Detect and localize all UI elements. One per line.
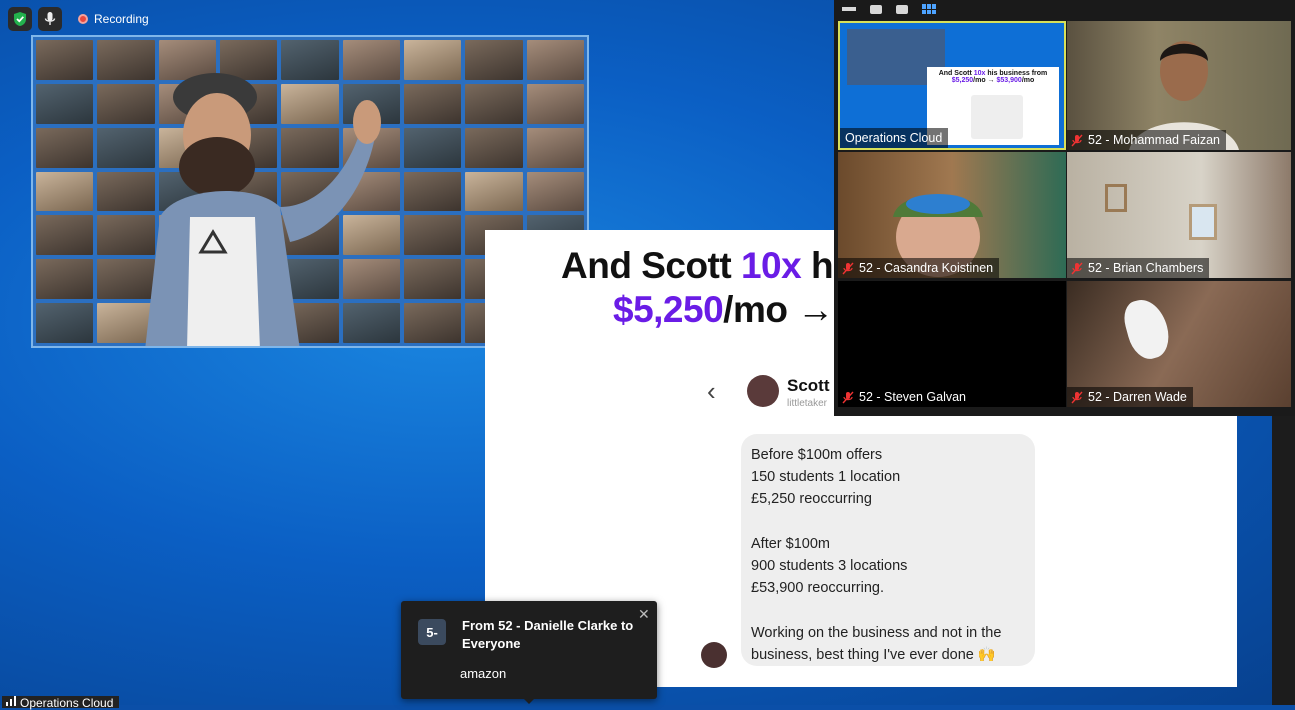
recording-indicator[interactable]: Recording [78, 12, 149, 26]
muted-mic-icon [842, 391, 854, 403]
participant-label: 52 - Casandra Koistinen [838, 258, 1000, 278]
participant-name: 52 - Casandra Koistinen [859, 261, 994, 275]
participant-label: 52 - Darren Wade [1067, 387, 1193, 407]
video-tile-mohammad-faizan[interactable]: 52 - Mohammad Faizan [1067, 21, 1291, 150]
muted-mic-icon [1071, 134, 1083, 146]
speaker-view-icon[interactable] [870, 4, 882, 14]
avatar [747, 375, 779, 407]
participant-name: 52 - Mohammad Faizan [1088, 133, 1221, 147]
minimize-icon[interactable] [842, 7, 856, 11]
status-bar: Recording [8, 7, 149, 31]
close-icon[interactable]: ✕ [638, 606, 650, 623]
mini-slide-text: /mo [1021, 77, 1035, 84]
participant-label: 52 - Steven Galvan [838, 387, 973, 407]
recording-label: Recording [94, 12, 149, 26]
microphone-icon[interactable] [38, 7, 62, 31]
presenter-figure [145, 73, 381, 346]
chat-contact-handle: littletaker [787, 398, 828, 409]
thumbnail-view-icon[interactable] [896, 4, 908, 14]
participant-name: 52 - Brian Chambers [1088, 261, 1204, 275]
mini-slide-text: $5,250 [951, 77, 974, 84]
mini-slide-text: 10x [973, 70, 986, 77]
participant-label: 52 - Brian Chambers [1067, 258, 1210, 278]
toast-pointer [523, 698, 535, 704]
chat-message: amazon [460, 666, 507, 681]
muted-mic-icon [1071, 391, 1083, 403]
participant-label: 52 - Mohammad Faizan [1067, 130, 1227, 150]
video-tile-steven-galvan[interactable]: 52 - Steven Galvan [838, 281, 1066, 407]
mini-slide-text: $53,900 [996, 77, 1022, 84]
gallery-toolbar [834, 0, 1295, 18]
slide-title: And Scott 10x h $5,250/mo → [561, 244, 834, 332]
wall-frame [1105, 184, 1127, 212]
mini-slide-text: his business from [985, 70, 1048, 77]
chat-contact-name: Scott [787, 376, 830, 395]
participant-name: Operations Cloud [845, 131, 943, 145]
chat-notification[interactable]: 5- From 52 - Danielle Clarke to Everyone… [401, 601, 657, 704]
avatar [701, 642, 727, 668]
slide-title-highlight: 10x [740, 245, 802, 286]
video-tile-casandra-koistinen[interactable]: 52 - Casandra Koistinen [838, 152, 1066, 278]
mini-slide-text: /mo → [973, 77, 997, 84]
self-view-name: Operations Cloud [20, 696, 114, 710]
blurred-object [1119, 294, 1175, 364]
video-tile-brian-chambers[interactable]: 52 - Brian Chambers [1067, 152, 1291, 278]
gallery-grid-icon[interactable] [922, 4, 936, 14]
mini-message-bubble [971, 95, 1023, 139]
self-view-label: Operations Cloud [2, 696, 120, 710]
video-tile-operations-cloud[interactable]: And Scott 10x his business from $5,250/m… [838, 21, 1066, 150]
chat-sender: From 52 - Danielle Clarke to Everyone [462, 618, 634, 651]
security-shield-icon[interactable] [8, 7, 32, 31]
participant-label: Operations Cloud [840, 128, 949, 148]
slide-title-part: /mo → [723, 289, 834, 330]
mini-slide-text: And Scott [938, 70, 974, 77]
slide-title-part: h [801, 245, 834, 286]
participant-name: 52 - Darren Wade [1088, 390, 1187, 404]
sender-badge: 5- [418, 619, 446, 645]
video-tile-darren-wade[interactable]: 52 - Darren Wade [1067, 281, 1291, 407]
message-bubble: Before $100m offers 150 students 1 locat… [741, 434, 1035, 666]
muted-mic-icon [842, 262, 854, 274]
slide-title-part: And Scott [561, 245, 741, 286]
slide-title-highlight: $5,250 [613, 289, 724, 330]
recording-dot-icon [78, 14, 88, 24]
participant-name: 52 - Steven Galvan [859, 390, 967, 404]
wall-frame [1189, 204, 1217, 240]
muted-mic-icon [1071, 262, 1083, 274]
chevron-left-icon: ‹ [707, 376, 716, 406]
video-gallery-panel: And Scott 10x his business from $5,250/m… [834, 0, 1295, 416]
mini-slide-title: And Scott 10x his business from $5,250/m… [927, 67, 1059, 84]
